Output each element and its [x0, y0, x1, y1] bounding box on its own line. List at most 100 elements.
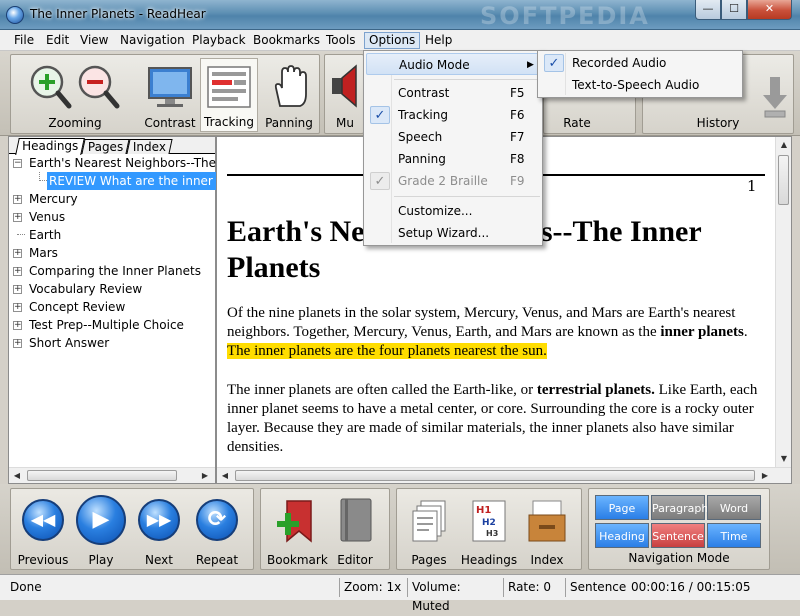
- tree-item-venus[interactable]: + Venus: [9, 208, 215, 226]
- document-horizontal-scrollbar[interactable]: ◀ ▶: [217, 467, 791, 483]
- download-arrow-icon: [763, 77, 787, 118]
- menu-item-contrast[interactable]: Contrast F5: [366, 82, 540, 104]
- menu-view[interactable]: View: [76, 32, 112, 49]
- svg-text:H2: H2: [482, 518, 496, 528]
- play-button[interactable]: ▶ Play: [73, 493, 129, 567]
- minimize-button[interactable]: —: [695, 0, 721, 20]
- menu-playback[interactable]: Playback: [188, 32, 250, 49]
- menu-item-recorded-audio[interactable]: ✓ Recorded Audio: [540, 52, 740, 74]
- menu-help[interactable]: Help: [421, 32, 456, 49]
- repeat-button[interactable]: ⟳ Repeat: [189, 493, 245, 567]
- status-unit: Sentence: [565, 578, 626, 597]
- pages-button[interactable]: Pages: [401, 493, 457, 567]
- pages-icon: [412, 500, 446, 542]
- scroll-thumb[interactable]: [235, 470, 755, 481]
- headings-icon: H1 H2 H3: [472, 500, 506, 542]
- play-icon: ▶: [76, 495, 126, 545]
- menu-item-tts-audio[interactable]: Text-to-Speech Audio: [540, 74, 740, 96]
- menu-item-customize[interactable]: Customize...: [366, 200, 540, 222]
- svg-text:H3: H3: [486, 529, 498, 538]
- menu-item-panning[interactable]: Panning F8: [366, 148, 540, 170]
- next-button[interactable]: ▶▶ Next: [131, 493, 187, 567]
- collapse-icon[interactable]: −: [13, 159, 22, 168]
- headings-button[interactable]: H1 H2 H3 Headings: [459, 493, 519, 567]
- bookmark-button[interactable]: Bookmark: [267, 493, 328, 567]
- expand-icon[interactable]: +: [13, 339, 22, 348]
- maximize-button[interactable]: ☐: [721, 0, 747, 20]
- tree-item-concept-review[interactable]: + Concept Review: [9, 298, 215, 316]
- tree-item-review[interactable]: REVIEW What are the inner plar: [9, 172, 242, 190]
- tree-item-short-answer[interactable]: + Short Answer: [9, 334, 215, 352]
- audio-toolbar-group: Mu: [324, 54, 364, 134]
- nav-mode-word[interactable]: Word: [707, 495, 761, 520]
- playback-panel: ◀◀ Previous ▶ Play ▶▶ Next ⟳ Repeat Book…: [0, 484, 800, 574]
- tree-item-earth[interactable]: Earth: [9, 226, 215, 244]
- zooming-button[interactable]: Zooming: [23, 58, 127, 132]
- checkmark-icon: ✓: [370, 172, 390, 190]
- scroll-right-icon[interactable]: ▶: [757, 468, 773, 483]
- expand-icon[interactable]: +: [13, 321, 22, 330]
- document-vertical-scrollbar[interactable]: ▲ ▼: [775, 137, 791, 467]
- panning-button[interactable]: Panning: [260, 58, 318, 132]
- contrast-button[interactable]: Contrast: [141, 58, 199, 132]
- tree-item-mercury[interactable]: + Mercury: [9, 190, 215, 208]
- expand-icon[interactable]: +: [13, 285, 22, 294]
- fast-forward-icon: ▶▶: [138, 499, 180, 541]
- menu-item-setup-wizard[interactable]: Setup Wizard...: [366, 222, 540, 244]
- tab-pages[interactable]: Pages: [81, 139, 130, 154]
- expand-icon[interactable]: +: [13, 303, 22, 312]
- menu-item-audio-mode[interactable]: Audio Mode ▶: [366, 53, 540, 75]
- expand-icon[interactable]: +: [13, 195, 22, 204]
- status-rate: Rate: 0: [503, 578, 563, 597]
- status-bar: Done Zoom: 1x Volume: Muted Rate: 0 Sent…: [0, 574, 800, 613]
- zoom-in-out-icon: [30, 65, 120, 109]
- navigation-mode-label: Navigation Mode: [628, 551, 730, 565]
- playback-group: ◀◀ Previous ▶ Play ▶▶ Next ⟳ Repeat: [10, 488, 254, 570]
- tree-horizontal-scrollbar[interactable]: ◀ ▶: [9, 467, 215, 483]
- expand-icon[interactable]: +: [13, 267, 22, 276]
- tree-item-mars[interactable]: + Mars: [9, 244, 215, 262]
- scroll-thumb[interactable]: [27, 470, 177, 481]
- tracking-button[interactable]: Tracking: [200, 58, 258, 132]
- menu-navigation[interactable]: Navigation: [116, 32, 189, 49]
- editor-button[interactable]: Editor: [327, 493, 383, 567]
- menu-separator: [394, 79, 540, 80]
- card-index-icon: [528, 500, 566, 542]
- scroll-right-icon[interactable]: ▶: [197, 468, 213, 484]
- nav-mode-paragraph[interactable]: Paragraph: [651, 495, 708, 520]
- index-button[interactable]: Index: [519, 493, 575, 567]
- expand-icon[interactable]: +: [13, 249, 22, 258]
- scroll-left-icon[interactable]: ◀: [9, 468, 25, 484]
- menu-edit[interactable]: Edit: [42, 32, 73, 49]
- tab-headings[interactable]: Headings: [15, 138, 85, 155]
- menu-tools[interactable]: Tools: [322, 32, 360, 49]
- hand-icon: [274, 65, 307, 107]
- scroll-thumb[interactable]: [778, 155, 789, 205]
- close-button[interactable]: ✕: [747, 0, 792, 20]
- scroll-left-icon[interactable]: ◀: [217, 468, 233, 483]
- menu-options[interactable]: Options: [364, 32, 421, 49]
- nav-mode-heading[interactable]: Heading: [595, 523, 649, 548]
- navigation-panel: Headings Pages Index − Earth's Nearest N…: [8, 136, 242, 484]
- scroll-up-icon[interactable]: ▲: [776, 137, 791, 153]
- app-icon[interactable]: [6, 6, 24, 24]
- nav-mode-time[interactable]: Time: [707, 523, 761, 548]
- tree-item-earths-neighbors[interactable]: − Earth's Nearest Neighbors--The Inr: [9, 154, 236, 172]
- options-dropdown-menu: Audio Mode ▶ Contrast F5 ✓ Tracking F6 S…: [363, 50, 543, 246]
- tree-item-test-prep[interactable]: + Test Prep--Multiple Choice: [9, 316, 215, 334]
- previous-button[interactable]: ◀◀ Previous: [15, 493, 71, 567]
- menu-bookmarks[interactable]: Bookmarks: [249, 32, 324, 49]
- expand-icon[interactable]: +: [13, 213, 22, 222]
- tree-item-vocabulary[interactable]: + Vocabulary Review: [9, 280, 215, 298]
- menu-item-grade2-braille: ✓ Grade 2 Braille F9: [366, 170, 540, 192]
- tree-item-comparing[interactable]: + Comparing the Inner Planets: [9, 262, 215, 280]
- checkmark-icon: ✓: [544, 54, 564, 72]
- menu-item-speech[interactable]: Speech F7: [366, 126, 540, 148]
- mute-button[interactable]: Mu: [327, 58, 363, 132]
- menu-file[interactable]: File: [10, 32, 38, 49]
- scroll-down-icon[interactable]: ▼: [776, 451, 791, 467]
- menu-item-tracking[interactable]: ✓ Tracking F6: [366, 104, 540, 126]
- tab-index[interactable]: Index: [126, 139, 173, 154]
- nav-mode-sentence[interactable]: Sentence: [651, 523, 705, 548]
- nav-mode-page[interactable]: Page: [595, 495, 649, 520]
